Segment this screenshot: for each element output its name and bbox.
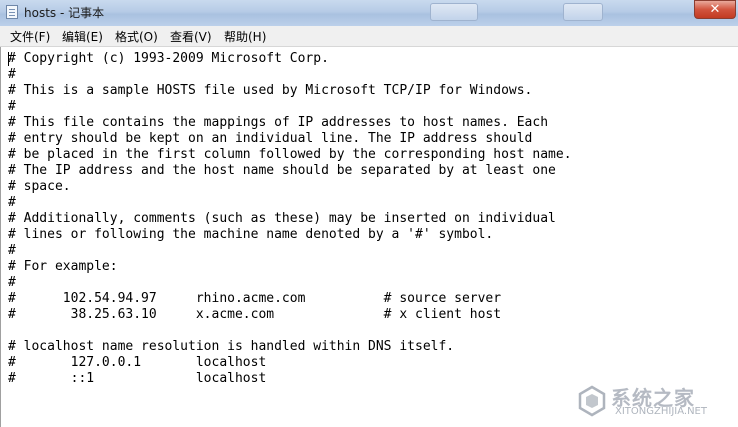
menu-bar: 文件(F) 编辑(E) 格式(O) 查看(V) 帮助(H) [0, 26, 738, 47]
title-bar[interactable]: hosts - 记事本 ✕ [0, 0, 738, 26]
text-cursor [8, 52, 9, 66]
menu-format[interactable]: 格式(O) [113, 28, 160, 45]
notepad-icon[interactable] [6, 5, 18, 19]
close-button[interactable]: ✕ [694, 0, 736, 19]
minimize-button[interactable] [430, 3, 478, 21]
watermark-url: XITONGZHIJIA.NET [615, 406, 707, 417]
menu-view[interactable]: 查看(V) [168, 28, 214, 45]
document-text[interactable]: # Copyright (c) 1993-2009 Microsoft Corp… [8, 51, 572, 387]
xitongzhijia-logo-icon [578, 385, 606, 417]
watermark: 系统之家 XITONGZHIJIA.NET [575, 382, 735, 422]
text-editor[interactable]: # Copyright (c) 1993-2009 Microsoft Corp… [0, 47, 738, 427]
menu-help[interactable]: 帮助(H) [222, 28, 268, 45]
maximize-button[interactable] [563, 3, 603, 21]
menu-edit[interactable]: 编辑(E) [60, 28, 105, 45]
menu-file[interactable]: 文件(F) [8, 28, 52, 45]
close-icon: ✕ [709, 2, 721, 17]
window-title: hosts - 记事本 [24, 6, 105, 20]
